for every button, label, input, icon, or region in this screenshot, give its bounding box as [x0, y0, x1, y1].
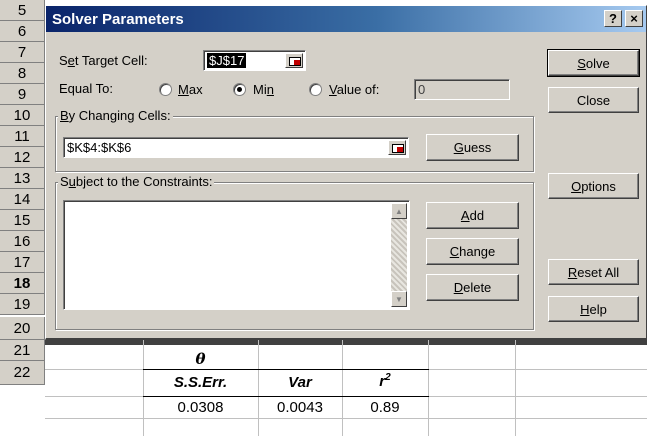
max-radio[interactable]	[159, 83, 172, 96]
scroll-up-icon[interactable]: ▲	[391, 203, 407, 219]
gridline	[428, 340, 429, 436]
row-header-17[interactable]: 17	[0, 252, 45, 273]
dialog-title: Solver Parameters	[52, 10, 184, 28]
row-header-13[interactable]: 13	[0, 168, 45, 189]
min-label: Min	[253, 82, 274, 97]
collapse-dialog-icon[interactable]	[285, 53, 303, 68]
min-radio[interactable]	[233, 83, 246, 96]
constraints-list[interactable]: ▲ ▼	[63, 200, 410, 310]
constraints-scrollbar[interactable]: ▲ ▼	[391, 203, 407, 307]
close-button[interactable]: Close	[548, 87, 639, 113]
value-of-input[interactable]: 0	[414, 79, 510, 100]
ss-err-value[interactable]: 0.0308	[143, 399, 258, 416]
row-header-14[interactable]: 14	[0, 189, 45, 210]
r-superscript: 2	[385, 372, 391, 383]
scroll-down-icon[interactable]: ▼	[391, 291, 407, 307]
row-header-10[interactable]: 10	[0, 105, 45, 126]
row-header-22[interactable]: 22	[0, 361, 45, 385]
row-header-6[interactable]: 6	[0, 21, 45, 42]
set-target-cell-label: Set Target Cell:	[59, 53, 148, 68]
options-button[interactable]: Options	[548, 173, 639, 199]
changing-cells-input[interactable]: $K$4:$K$6	[63, 137, 409, 158]
r2-header[interactable]: r2	[342, 372, 428, 390]
row-header-5[interactable]: 5	[0, 0, 45, 21]
constraints-label: Subject to the Constraints:	[58, 174, 215, 189]
help-icon[interactable]: ?	[604, 10, 622, 27]
row-header-11[interactable]: 11	[0, 126, 45, 147]
row-header-19[interactable]: 19	[0, 294, 45, 315]
row-header-8[interactable]: 8	[0, 63, 45, 84]
changing-cells-label: By Changing Cells:	[58, 108, 173, 123]
value-of-radio[interactable]	[309, 83, 322, 96]
r2-value[interactable]: 0.89	[342, 399, 428, 416]
change-button[interactable]: Change	[426, 238, 519, 265]
row-header-9[interactable]: 9	[0, 84, 45, 105]
cell-border	[143, 396, 429, 397]
sheet-selection-border	[45, 340, 647, 345]
var-value[interactable]: 0.0043	[258, 399, 342, 416]
theta-cell[interactable]: θ	[143, 350, 258, 368]
solver-parameters-dialog: Solver Parameters ? × Set Target Cell: $…	[45, 5, 647, 340]
row-header-12[interactable]: 12	[0, 147, 45, 168]
help-button[interactable]: Help	[548, 296, 639, 322]
row-header-21[interactable]: 21	[0, 340, 45, 361]
close-icon[interactable]: ×	[625, 10, 643, 27]
dialog-titlebar[interactable]: Solver Parameters ? ×	[46, 6, 646, 32]
delete-button[interactable]: Delete	[426, 274, 519, 301]
gridline	[515, 340, 516, 436]
solve-button[interactable]: Solve	[547, 49, 640, 77]
ss-err-header[interactable]: S.S.Err.	[143, 374, 258, 391]
equal-to-label: Equal To:	[59, 81, 113, 96]
collapse-dialog-icon[interactable]	[388, 140, 406, 155]
row-header-18[interactable]: 18	[0, 273, 45, 294]
value-of-label: Value of:	[329, 82, 380, 97]
gridline	[45, 418, 647, 419]
max-label: Max	[178, 82, 203, 97]
row-header-15[interactable]: 15	[0, 210, 45, 231]
target-cell-input[interactable]: $J$17	[203, 50, 306, 71]
add-button[interactable]: Add	[426, 202, 519, 229]
row-header-16[interactable]: 16	[0, 231, 45, 252]
cell-border	[143, 369, 429, 370]
reset-all-button[interactable]: Reset All	[548, 259, 639, 285]
row-header-20[interactable]: 20	[0, 317, 45, 340]
row-header-7[interactable]: 7	[0, 42, 45, 63]
var-header[interactable]: Var	[258, 374, 342, 391]
guess-button[interactable]: Guess	[426, 134, 519, 161]
